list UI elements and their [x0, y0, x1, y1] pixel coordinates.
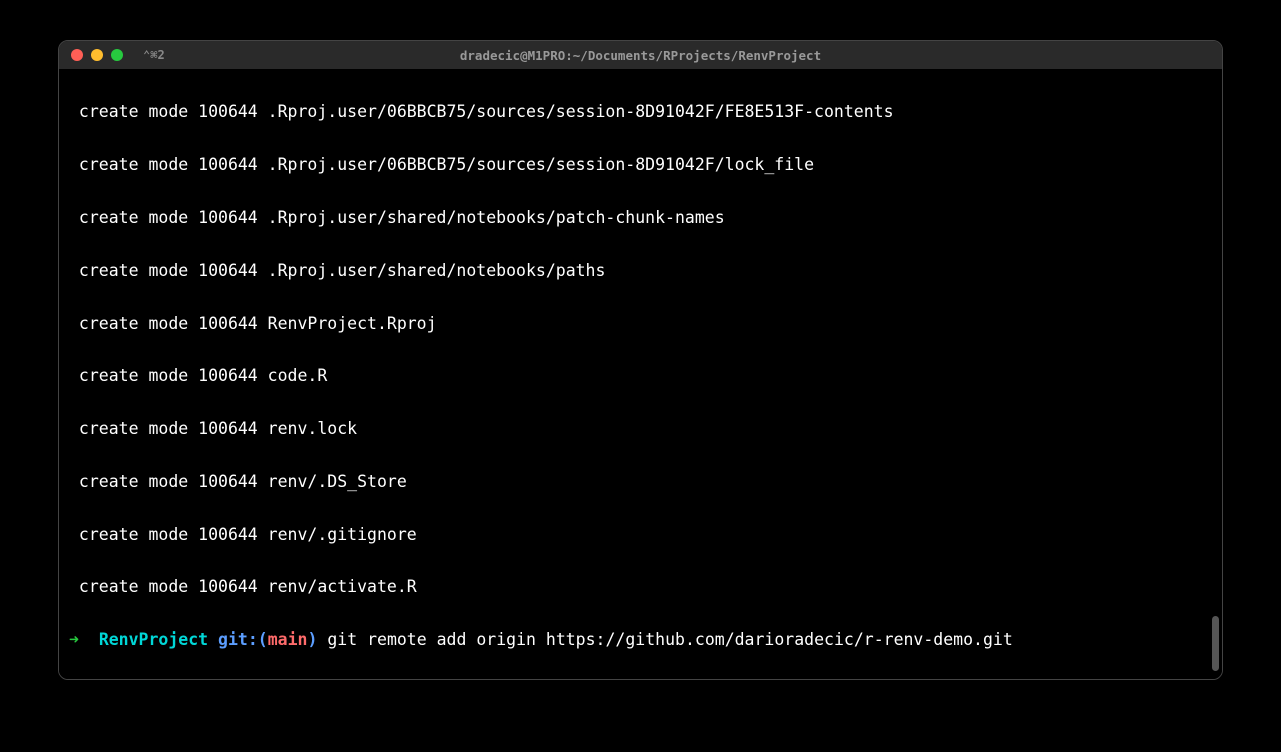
prompt-paren: (	[258, 630, 268, 649]
output-line: create mode 100644 .Rproj.user/06BBCB75/…	[69, 99, 1212, 125]
output-line: create mode 100644 renv/.gitignore	[69, 522, 1212, 548]
terminal-window: ⌃⌘2 dradecic@M1PRO:~/Documents/RProjects…	[58, 40, 1223, 680]
titlebar[interactable]: ⌃⌘2 dradecic@M1PRO:~/Documents/RProjects…	[59, 41, 1222, 69]
output-line: create mode 100644 .Rproj.user/shared/no…	[69, 258, 1212, 284]
prompt-git-label: git:	[218, 630, 258, 649]
output-line: create mode 100644 RenvProject.Rproj	[69, 311, 1212, 337]
tab-shortcut-label: ⌃⌘2	[143, 48, 165, 62]
prompt-project: RenvProject	[99, 630, 208, 649]
terminal-output[interactable]: create mode 100644 .Rproj.user/06BBCB75/…	[59, 69, 1222, 679]
close-icon[interactable]	[71, 49, 83, 61]
window-controls	[71, 49, 123, 61]
output-line: create mode 100644 .Rproj.user/06BBCB75/…	[69, 152, 1212, 178]
command-text: git remote add origin https://github.com…	[317, 630, 1012, 649]
output-line: create mode 100644 renv/activate.R	[69, 574, 1212, 600]
window-title: dradecic@M1PRO:~/Documents/RProjects/Ren…	[460, 48, 821, 63]
output-line: create mode 100644 .Rproj.user/shared/no…	[69, 205, 1212, 231]
prompt-branch: main	[268, 630, 308, 649]
output-line: create mode 100644 code.R	[69, 363, 1212, 389]
output-line: create mode 100644 renv/.DS_Store	[69, 469, 1212, 495]
output-line: create mode 100644 renv.lock	[69, 416, 1212, 442]
maximize-icon[interactable]	[111, 49, 123, 61]
prompt-line: ➜ RenvProject git:(main) git remote add …	[69, 627, 1212, 653]
scrollbar-thumb[interactable]	[1212, 616, 1219, 671]
minimize-icon[interactable]	[91, 49, 103, 61]
prompt-paren: )	[307, 630, 317, 649]
prompt-arrow-icon: ➜	[69, 630, 79, 649]
